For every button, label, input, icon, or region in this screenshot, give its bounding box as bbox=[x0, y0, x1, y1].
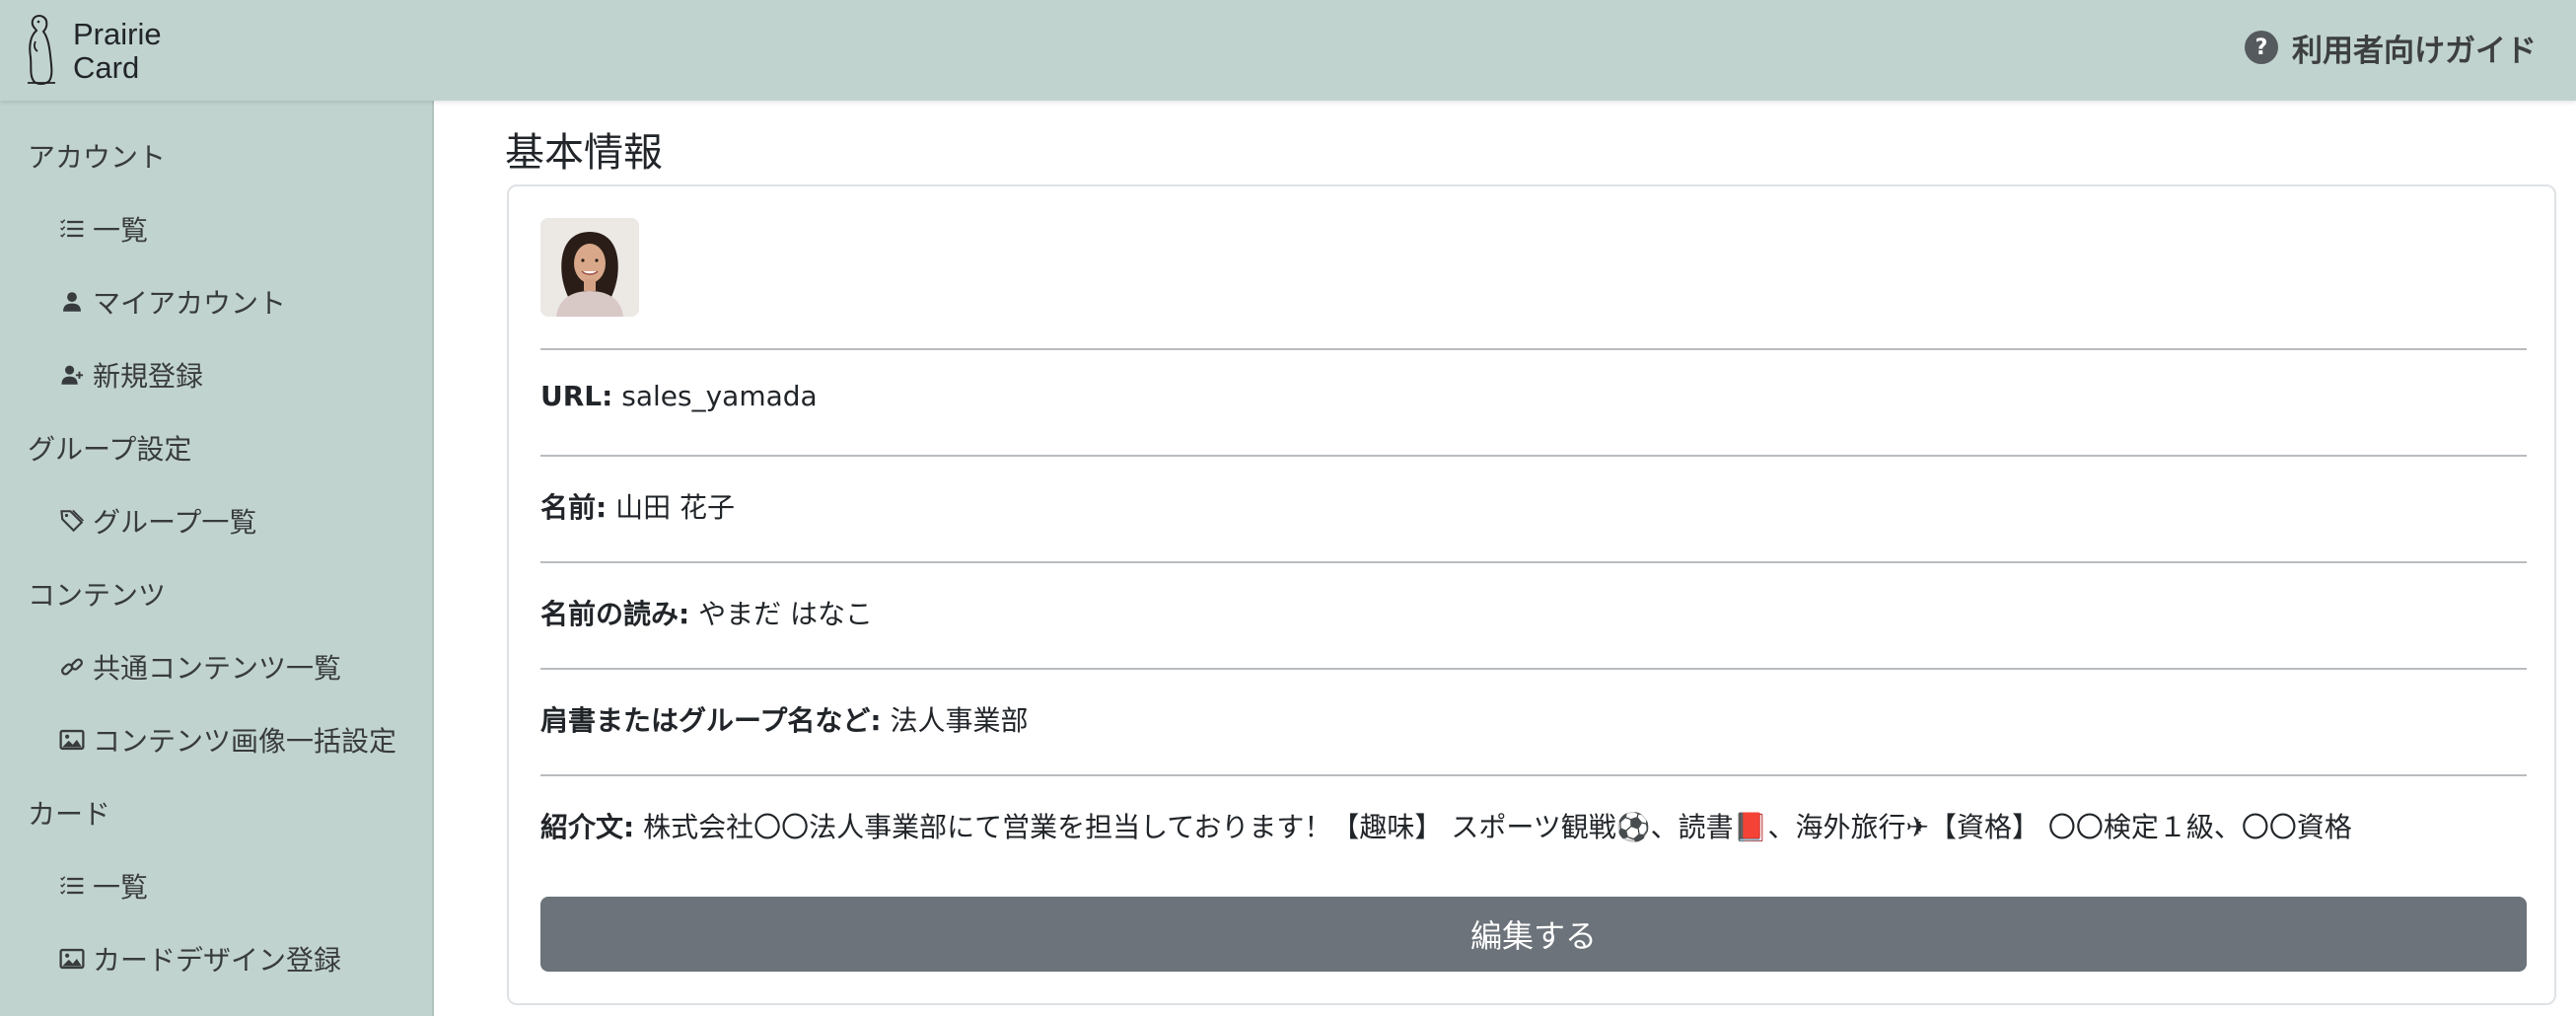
person-add-icon bbox=[57, 360, 87, 390]
page-title: 基本情報 bbox=[505, 130, 663, 176]
logo[interactable]: Prairie Card bbox=[22, 10, 162, 93]
avatar bbox=[540, 218, 639, 317]
sidebar-section-contents: コンテンツ bbox=[28, 579, 167, 612]
logo-line-2: Card bbox=[73, 50, 140, 85]
field-label: 名前: bbox=[540, 491, 608, 524]
divider bbox=[540, 348, 2527, 350]
top-header: Prairie Card ? 利用者向けガイド bbox=[0, 0, 2576, 101]
sidebar-item-label: コンテンツ画像一括設定 bbox=[93, 725, 397, 758]
field-label: 肩書またはグループ名など: bbox=[540, 704, 882, 737]
sidebar-item-card-list[interactable]: 一覧 bbox=[57, 866, 148, 906]
field-label: URL: bbox=[540, 380, 613, 412]
field-value: やまだ はなこ bbox=[698, 598, 874, 630]
sidebar-item-label: 新規登録 bbox=[93, 360, 204, 393]
sidebar-item-card-design[interactable]: カードデザイン登録 bbox=[57, 939, 341, 979]
user-guide-link[interactable]: ? 利用者向けガイド bbox=[2245, 24, 2537, 71]
logo-text: Prairie Card bbox=[73, 18, 162, 85]
sidebar-item-label: マイアカウント bbox=[93, 287, 287, 320]
field-label: 名前の読み: bbox=[540, 598, 690, 630]
sidebar: アカウント 一覧 マイアカウント 新規登録 グループ設定 グループ一覧 コンテン… bbox=[0, 101, 434, 1016]
tag-icon bbox=[57, 506, 87, 536]
prairie-dog-logo-icon bbox=[22, 12, 61, 91]
image-icon bbox=[57, 725, 87, 755]
sidebar-item-label: 一覧 bbox=[93, 214, 149, 247]
sidebar-item-content-image-bulk[interactable]: コンテンツ画像一括設定 bbox=[57, 720, 396, 760]
image-icon bbox=[57, 944, 87, 974]
sidebar-item-label: 共通コンテンツ一覧 bbox=[93, 652, 342, 685]
help-circle-icon: ? bbox=[2245, 31, 2278, 64]
logo-line-1: Prairie bbox=[73, 17, 162, 51]
sidebar-item-account-list[interactable]: 一覧 bbox=[57, 209, 148, 249]
sidebar-item-new-registration[interactable]: 新規登録 bbox=[57, 355, 203, 395]
sidebar-section-group-settings: グループ設定 bbox=[28, 433, 192, 466]
divider bbox=[540, 561, 2527, 563]
edit-button[interactable]: 編集する bbox=[540, 897, 2527, 972]
sidebar-item-label: 一覧 bbox=[93, 871, 149, 904]
divider bbox=[540, 774, 2527, 776]
main-content: 基本情報 URL: sales_yamada 名前: 山田 花子 名前の読み: … bbox=[436, 101, 2576, 1016]
name-field: 名前: 山田 花子 bbox=[540, 486, 735, 526]
sidebar-item-group-list[interactable]: グループ一覧 bbox=[57, 501, 256, 541]
name-reading-field: 名前の読み: やまだ はなこ bbox=[540, 593, 873, 632]
title-group-field: 肩書またはグループ名など: 法人事業部 bbox=[540, 699, 1028, 739]
person-icon bbox=[57, 287, 87, 317]
sidebar-section-account: アカウント bbox=[28, 141, 167, 174]
user-guide-label: 利用者向けガイド bbox=[2292, 33, 2537, 69]
field-label: 紹介文: bbox=[540, 811, 635, 843]
sidebar-item-common-contents[interactable]: 共通コンテンツ一覧 bbox=[57, 647, 341, 687]
sidebar-item-label: カードデザイン登録 bbox=[93, 944, 342, 977]
basic-info-card: URL: sales_yamada 名前: 山田 花子 名前の読み: やまだ は… bbox=[507, 184, 2556, 1005]
list-icon bbox=[57, 214, 87, 244]
link-icon bbox=[57, 652, 87, 682]
field-value: 株式会社〇〇法人事業部にて営業を担当しております！【趣味】 スポーツ観戦⚽、読書… bbox=[643, 811, 2352, 843]
url-field: URL: sales_yamada bbox=[540, 380, 818, 412]
divider bbox=[540, 455, 2527, 457]
list-icon bbox=[57, 871, 87, 901]
introduction-field: 紹介文: 株式会社〇〇法人事業部にて営業を担当しております！【趣味】 スポーツ観… bbox=[540, 806, 2352, 845]
field-value: 山田 花子 bbox=[615, 491, 736, 524]
sidebar-item-my-account[interactable]: マイアカウント bbox=[57, 282, 286, 322]
field-value: 法人事業部 bbox=[890, 704, 1029, 737]
sidebar-section-card: カード bbox=[28, 798, 111, 831]
field-value: sales_yamada bbox=[621, 380, 818, 412]
sidebar-item-label: グループ一覧 bbox=[93, 506, 257, 539]
divider bbox=[540, 668, 2527, 670]
